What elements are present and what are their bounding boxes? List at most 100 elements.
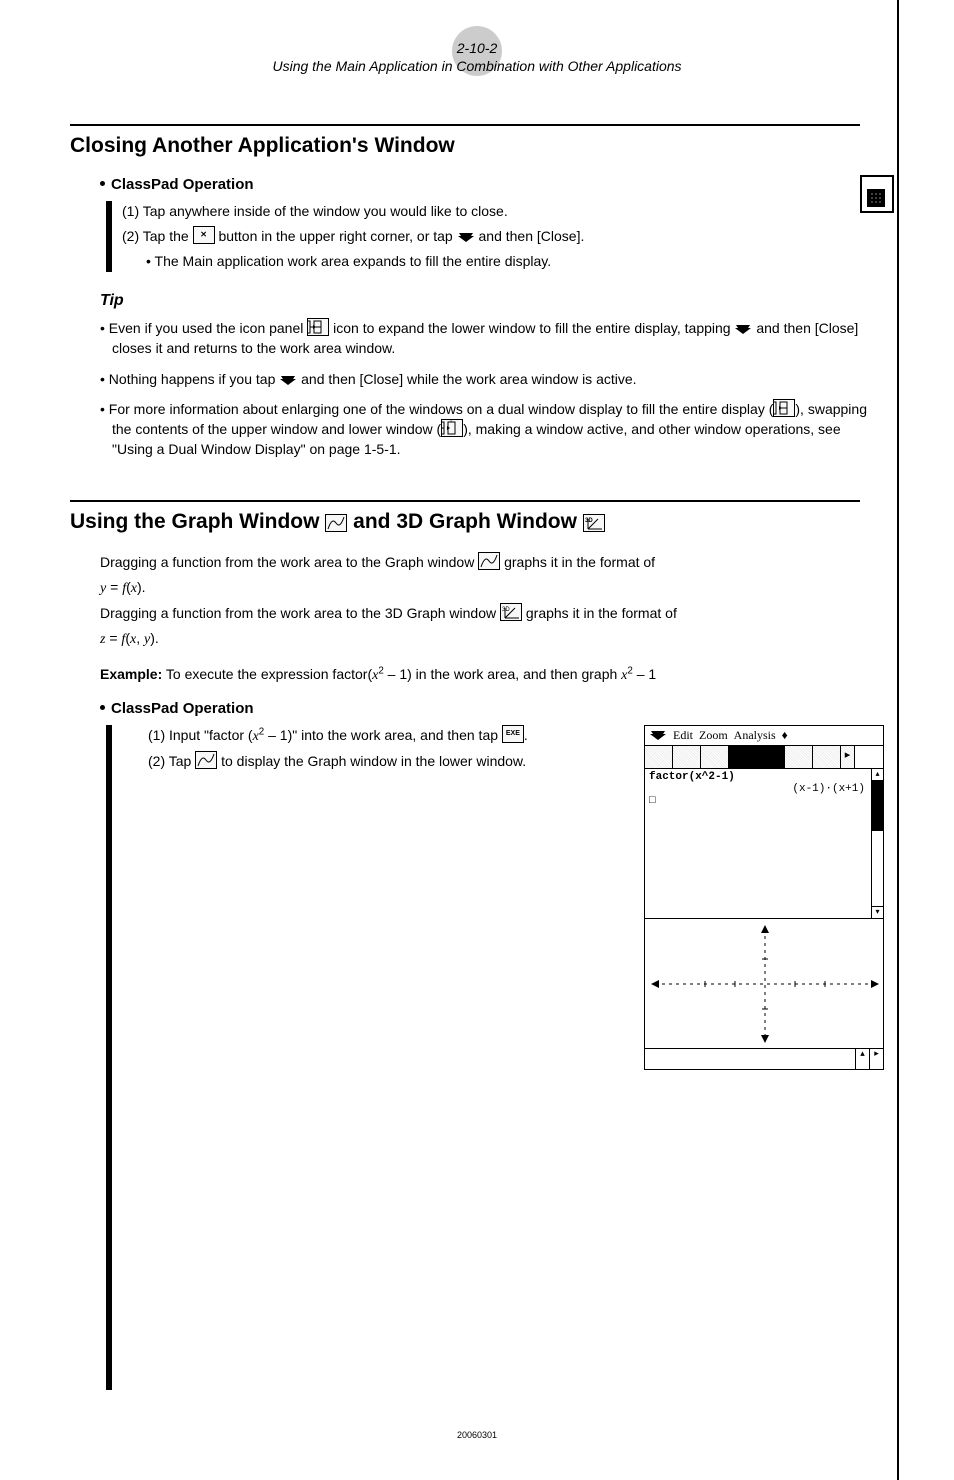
tip-item-3: • For more information about enlarging o… bbox=[100, 399, 884, 460]
fat-down-arrow-icon[interactable] bbox=[649, 729, 667, 741]
work-cursor: □ bbox=[649, 795, 879, 807]
fat-down-arrow-icon bbox=[457, 231, 475, 243]
svg-text:3D: 3D bbox=[502, 607, 510, 613]
section-rule bbox=[70, 124, 860, 126]
fat-down-arrow-icon bbox=[734, 323, 752, 335]
ss-work-area[interactable]: factor(x^2-1) (x-1)·(x+1) □ ▴ ▾ bbox=[645, 769, 883, 919]
swap-icon: Swap bbox=[441, 419, 463, 437]
s1c: . bbox=[524, 727, 528, 743]
s1a: (1) Input "factor ( bbox=[148, 727, 253, 743]
tb-btn-6[interactable] bbox=[785, 746, 813, 768]
scroll-thumb[interactable] bbox=[872, 781, 883, 831]
para-3dgraph-drag: Dragging a function from the work area t… bbox=[100, 603, 884, 624]
fat-down-arrow-icon bbox=[279, 374, 297, 386]
scroll-up-icon[interactable]: ▴ bbox=[872, 769, 883, 781]
sub-heading-label: ClassPad Operation bbox=[111, 176, 254, 193]
step-1: (1) Tap anywhere inside of the window yo… bbox=[122, 201, 884, 222]
tb-btn-3[interactable] bbox=[701, 746, 729, 768]
ex-c: – 1 bbox=[633, 666, 656, 682]
classpad-screenshot: Edit Zoom Analysis ♦ ▸ bbox=[644, 725, 884, 1070]
exe-icon: EXE bbox=[502, 725, 524, 743]
eq2-cl: ). bbox=[150, 630, 159, 646]
swap-label: Swap bbox=[442, 419, 462, 427]
menu-edit[interactable]: Edit bbox=[673, 728, 693, 743]
p2a: Dragging a function from the work area t… bbox=[100, 605, 500, 621]
menu-more[interactable]: ♦ bbox=[782, 728, 788, 743]
eq2-eq: = bbox=[105, 630, 121, 646]
step-2-text-c: and then [Close]. bbox=[475, 228, 585, 244]
p1a: Dragging a function from the work area t… bbox=[100, 554, 478, 570]
sec2-title-b: and 3D Graph Window bbox=[347, 510, 582, 533]
ss-scrollbar[interactable]: ▴ ▾ bbox=[871, 769, 883, 918]
page-header: 2-10-2 Using the Main Application in Com… bbox=[70, 40, 884, 74]
section-rule-2 bbox=[70, 500, 860, 502]
sub-heading-classpad-op-1: ClassPad Operation bbox=[100, 176, 884, 193]
3d-graph-window-icon: 3D bbox=[500, 603, 522, 621]
tip1-b: icon to expand the lower window to fill … bbox=[329, 320, 734, 336]
tb-btn-7[interactable] bbox=[813, 746, 841, 768]
close-x-icon: ✕ bbox=[193, 226, 215, 244]
step-2-text-b: button in the upper right corner, or tap bbox=[215, 228, 457, 244]
status-icon-2[interactable]: ▸ bbox=[869, 1049, 883, 1069]
work-line-2: (x-1)·(x+1) bbox=[649, 783, 879, 795]
section-heading-closing: Closing Another Application's Window bbox=[70, 134, 884, 158]
scroll-down-icon[interactable]: ▾ bbox=[872, 906, 883, 918]
tip1-a: • Even if you used the icon panel bbox=[100, 320, 307, 336]
ss-toolbar: ▸ bbox=[645, 746, 883, 769]
para-graph-drag: Dragging a function from the work area t… bbox=[100, 552, 884, 573]
sec2-title-a: Using the Graph Window bbox=[70, 510, 325, 533]
tb-btn-2[interactable] bbox=[673, 746, 701, 768]
example-label: Example: bbox=[100, 666, 162, 682]
steps-block-2: (1) Input "factor (x2 – 1)" into the wor… bbox=[106, 725, 884, 1390]
tip-heading: Tip bbox=[100, 292, 884, 310]
ss-menubar: Edit Zoom Analysis ♦ bbox=[645, 726, 883, 746]
graph-window-icon bbox=[478, 552, 500, 570]
step-2: (2) Tap the ✕ button in the upper right … bbox=[122, 226, 884, 247]
p1b: graphs it in the format of bbox=[500, 554, 655, 570]
section-heading-graph: Using the Graph Window and 3D Graph Wind… bbox=[70, 510, 884, 534]
chapter-title: Using the Main Application in Combinatio… bbox=[70, 58, 884, 74]
tb-btn-1[interactable] bbox=[645, 746, 673, 768]
resize-icon: Resize bbox=[307, 318, 329, 336]
footer-date-code: 20060301 bbox=[70, 1430, 884, 1440]
menu-zoom[interactable]: Zoom bbox=[699, 728, 728, 743]
eq2: z = f(x, y). bbox=[100, 628, 884, 650]
resize-icon: Resize bbox=[773, 399, 795, 417]
3d-graph-window-icon: 3D bbox=[583, 514, 605, 532]
status-spacer bbox=[645, 1049, 855, 1069]
s2b: to display the Graph window in the lower… bbox=[217, 753, 526, 769]
p2b: graphs it in the format of bbox=[522, 605, 677, 621]
eq2-comma: , bbox=[136, 630, 144, 646]
step-2-text-a: (2) Tap the bbox=[122, 228, 193, 244]
work-line-1: factor(x^2-1) bbox=[649, 771, 879, 783]
graph-window-icon bbox=[195, 751, 217, 769]
breadcrumb: 2-10-2 bbox=[70, 40, 884, 56]
tip-item-1: • Even if you used the icon panel Resize… bbox=[100, 318, 884, 359]
step2-2: (2) Tap to display the Graph window in t… bbox=[148, 751, 624, 772]
resize-label: Resize bbox=[308, 318, 328, 326]
ex-b: – 1) in the work area, and then graph bbox=[384, 666, 621, 682]
graph-window-icon bbox=[325, 514, 347, 532]
margin-calculator-icon bbox=[860, 175, 894, 213]
ss-statusbar: ▴ ▸ bbox=[645, 1049, 883, 1069]
graph-axes bbox=[645, 919, 885, 1049]
eq1: y = f(x). bbox=[100, 577, 884, 599]
tb-btn-4-selected[interactable] bbox=[729, 746, 757, 768]
ss-graph-area[interactable] bbox=[645, 919, 883, 1049]
tip-item-2: • Nothing happens if you tap and then [C… bbox=[100, 369, 884, 389]
eq1-eq: = bbox=[106, 579, 122, 595]
svg-text:3D: 3D bbox=[585, 518, 593, 524]
resize-label-2: Resize bbox=[774, 399, 794, 407]
eq1-cl: ). bbox=[137, 579, 146, 595]
example-line: Example: To execute the expression facto… bbox=[100, 664, 884, 686]
s1b: – 1)" into the work area, and then tap bbox=[264, 727, 502, 743]
tb-btn-5-selected[interactable] bbox=[757, 746, 785, 768]
tb-scroll-right[interactable]: ▸ bbox=[841, 746, 855, 768]
step-2-sub: • The Main application work area expands… bbox=[146, 251, 884, 272]
ex-a: To execute the expression factor( bbox=[162, 666, 372, 682]
menu-analysis[interactable]: Analysis bbox=[734, 728, 776, 743]
step2-1: (1) Input "factor (x2 – 1)" into the wor… bbox=[148, 725, 624, 747]
sub-heading-label-2: ClassPad Operation bbox=[111, 700, 254, 717]
status-icon-1[interactable]: ▴ bbox=[855, 1049, 869, 1069]
tip2-a: • Nothing happens if you tap bbox=[100, 371, 279, 387]
